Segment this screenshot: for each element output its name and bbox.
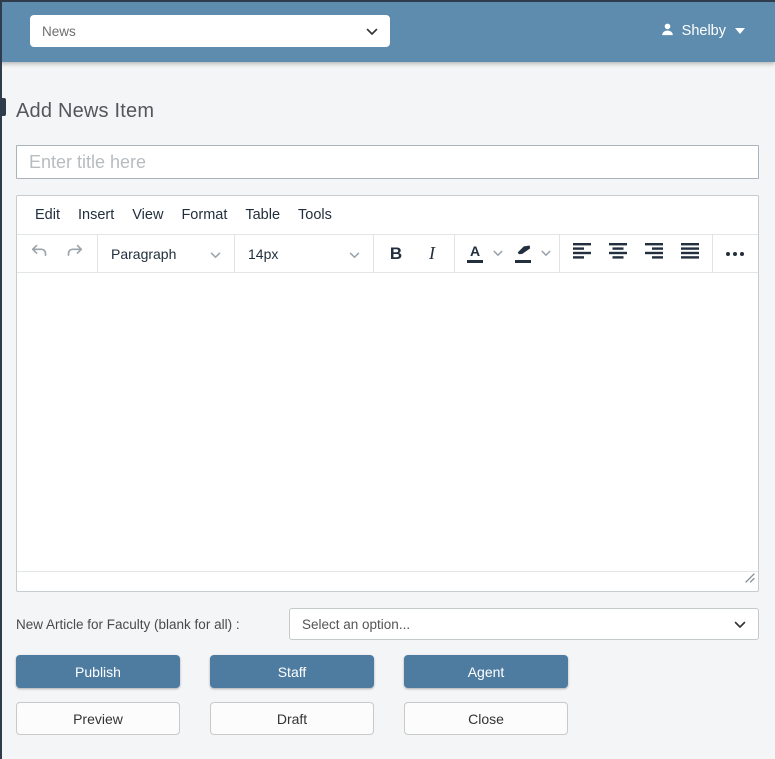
menu-edit[interactable]: Edit <box>26 203 69 227</box>
italic-icon: I <box>429 243 435 264</box>
redo-button[interactable] <box>58 238 92 270</box>
redo-icon <box>65 241 85 266</box>
module-select-value: News <box>42 24 76 39</box>
align-justify-button[interactable] <box>673 238 707 270</box>
faculty-row: New Article for Faculty (blank for all) … <box>16 608 759 640</box>
menu-insert[interactable]: Insert <box>69 203 123 227</box>
text-color-icon: A <box>460 238 490 270</box>
undo-button[interactable] <box>22 238 56 270</box>
publish-button[interactable]: Publish <box>16 655 180 688</box>
align-left-button[interactable] <box>565 238 599 270</box>
rich-text-editor: Edit Insert View Format Table Tools <box>16 195 759 592</box>
menu-format[interactable]: Format <box>172 203 236 227</box>
faculty-select-value: Select an option... <box>302 617 410 632</box>
font-size-value: 14px <box>248 246 278 262</box>
more-options-icon <box>726 252 744 256</box>
editor-content[interactable] <box>17 273 758 571</box>
faculty-label: New Article for Faculty (blank for all) … <box>16 617 240 632</box>
highlighter-icon <box>508 238 538 270</box>
menu-table[interactable]: Table <box>236 203 289 227</box>
more-options-button[interactable] <box>718 238 752 270</box>
page-title: Add News Item <box>16 100 759 123</box>
undo-icon <box>29 241 49 266</box>
staff-button[interactable]: Staff <box>210 655 374 688</box>
italic-button[interactable]: I <box>415 238 449 270</box>
bold-button[interactable]: B <box>379 238 413 270</box>
block-format-select[interactable]: Paragraph <box>103 238 229 270</box>
text-color-chevron[interactable] <box>490 238 506 270</box>
secondary-button-row: Preview Draft Close <box>16 702 759 735</box>
align-justify-icon <box>681 243 699 264</box>
editor-toolbar: Paragraph 14px B <box>17 234 758 273</box>
chevron-down-icon <box>734 617 746 632</box>
bold-icon: B <box>390 244 402 264</box>
app-header: News Shelby <box>0 0 775 62</box>
block-format-value: Paragraph <box>111 246 176 262</box>
align-center-icon <box>609 243 627 264</box>
editor-menubar: Edit Insert View Format Table Tools <box>17 196 758 234</box>
preview-button[interactable]: Preview <box>16 702 180 735</box>
caret-down-icon <box>735 28 745 34</box>
menu-view[interactable]: View <box>123 203 172 227</box>
page-top-edge <box>0 0 775 2</box>
primary-button-row: Publish Staff Agent <box>16 655 759 688</box>
user-name: Shelby <box>682 23 726 39</box>
title-input[interactable] <box>16 145 759 179</box>
chevron-down-icon <box>349 246 360 262</box>
module-select[interactable]: News <box>30 15 390 47</box>
main-content: Add News Item Edit Insert View Format Ta… <box>0 100 775 735</box>
agent-button[interactable]: Agent <box>404 655 568 688</box>
sidebar-collapsed-tab[interactable] <box>0 98 6 116</box>
user-icon <box>660 22 675 41</box>
text-color-button[interactable]: A <box>460 238 506 270</box>
chevron-down-icon <box>366 24 378 39</box>
highlight-color-chevron[interactable] <box>538 238 554 270</box>
align-center-button[interactable] <box>601 238 635 270</box>
chevron-down-icon <box>210 246 221 262</box>
editor-statusbar <box>17 571 758 591</box>
draft-button[interactable]: Draft <box>210 702 374 735</box>
user-menu[interactable]: Shelby <box>660 22 745 41</box>
align-right-icon <box>645 243 663 264</box>
resize-grip[interactable] <box>744 570 755 588</box>
menu-tools[interactable]: Tools <box>289 203 341 227</box>
highlight-color-button[interactable] <box>508 238 554 270</box>
align-left-icon <box>573 243 591 264</box>
faculty-select[interactable]: Select an option... <box>289 608 759 640</box>
font-size-select[interactable]: 14px <box>240 238 368 270</box>
align-right-button[interactable] <box>637 238 671 270</box>
close-button[interactable]: Close <box>404 702 568 735</box>
